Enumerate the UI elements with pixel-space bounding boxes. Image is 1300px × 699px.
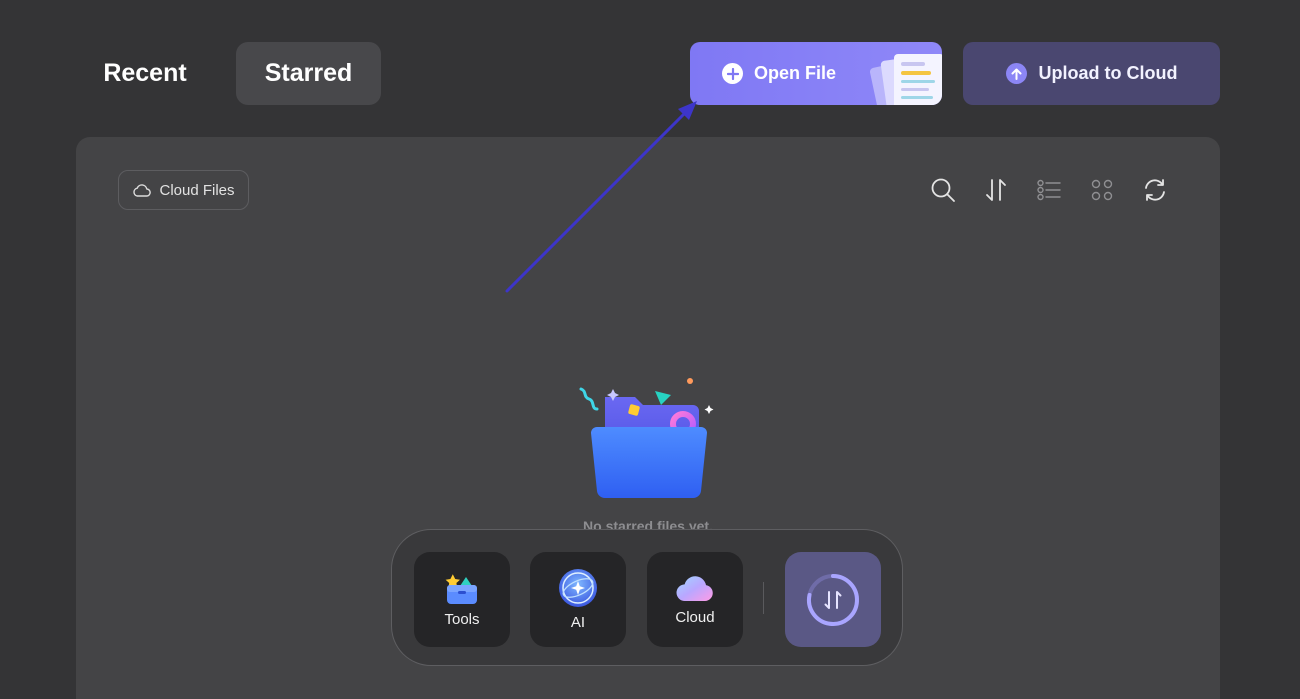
cloud-icon [133, 184, 152, 197]
dock-ai-label: AI [570, 614, 586, 631]
open-file-label: Open File [754, 63, 837, 83]
dock-ai-button[interactable]: AI [530, 552, 626, 647]
plus-circle-icon [722, 63, 743, 84]
empty-folder-icon [579, 378, 714, 499]
search-button[interactable] [928, 175, 958, 205]
dock-tools-label: Tools [444, 611, 480, 628]
list-view-button[interactable] [1034, 175, 1064, 205]
tab-starred[interactable]: Starred [236, 42, 381, 105]
upload-to-cloud-button[interactable]: Upload to Cloud [963, 42, 1220, 105]
upload-arrow-icon [1005, 63, 1027, 84]
dock-cloud-label: Cloud [675, 609, 715, 626]
cloud-files-filter[interactable]: Cloud Files [118, 170, 249, 210]
ai-assistant-icon [559, 569, 597, 607]
documents-illustration-icon [870, 54, 942, 105]
cloud-storage-icon [676, 576, 713, 602]
dock-transfer-button[interactable] [785, 552, 881, 647]
toolbox-icon [445, 574, 477, 604]
refresh-button[interactable] [1140, 175, 1170, 205]
refresh-icon [1145, 179, 1165, 201]
search-icon [931, 178, 955, 202]
grid-view-button[interactable] [1087, 175, 1117, 205]
panel-toolbar [928, 175, 1193, 205]
sort-icon [986, 179, 1006, 201]
dock-tools-button[interactable]: Tools [414, 552, 510, 647]
dock-cloud-button[interactable]: Cloud [647, 552, 743, 647]
grid-view-icon [1091, 179, 1113, 201]
bottom-dock: Tools AI Cloud [391, 529, 903, 666]
app-window: Recent Starred Open File Upload to Cloud [0, 0, 1300, 699]
tab-starred-label: Starred [264, 59, 353, 87]
open-file-button[interactable]: Open File [690, 42, 942, 105]
empty-state: No starred files yet. [76, 377, 1220, 534]
transfer-progress-icon [806, 573, 859, 626]
tab-recent-label: Recent [103, 59, 187, 87]
sort-button[interactable] [981, 175, 1011, 205]
list-view-icon [1037, 179, 1061, 201]
dock-divider [763, 582, 764, 614]
upload-to-cloud-label: Upload to Cloud [1038, 63, 1178, 83]
tab-recent[interactable]: Recent [84, 42, 206, 105]
cloud-files-label: Cloud Files [159, 181, 235, 199]
